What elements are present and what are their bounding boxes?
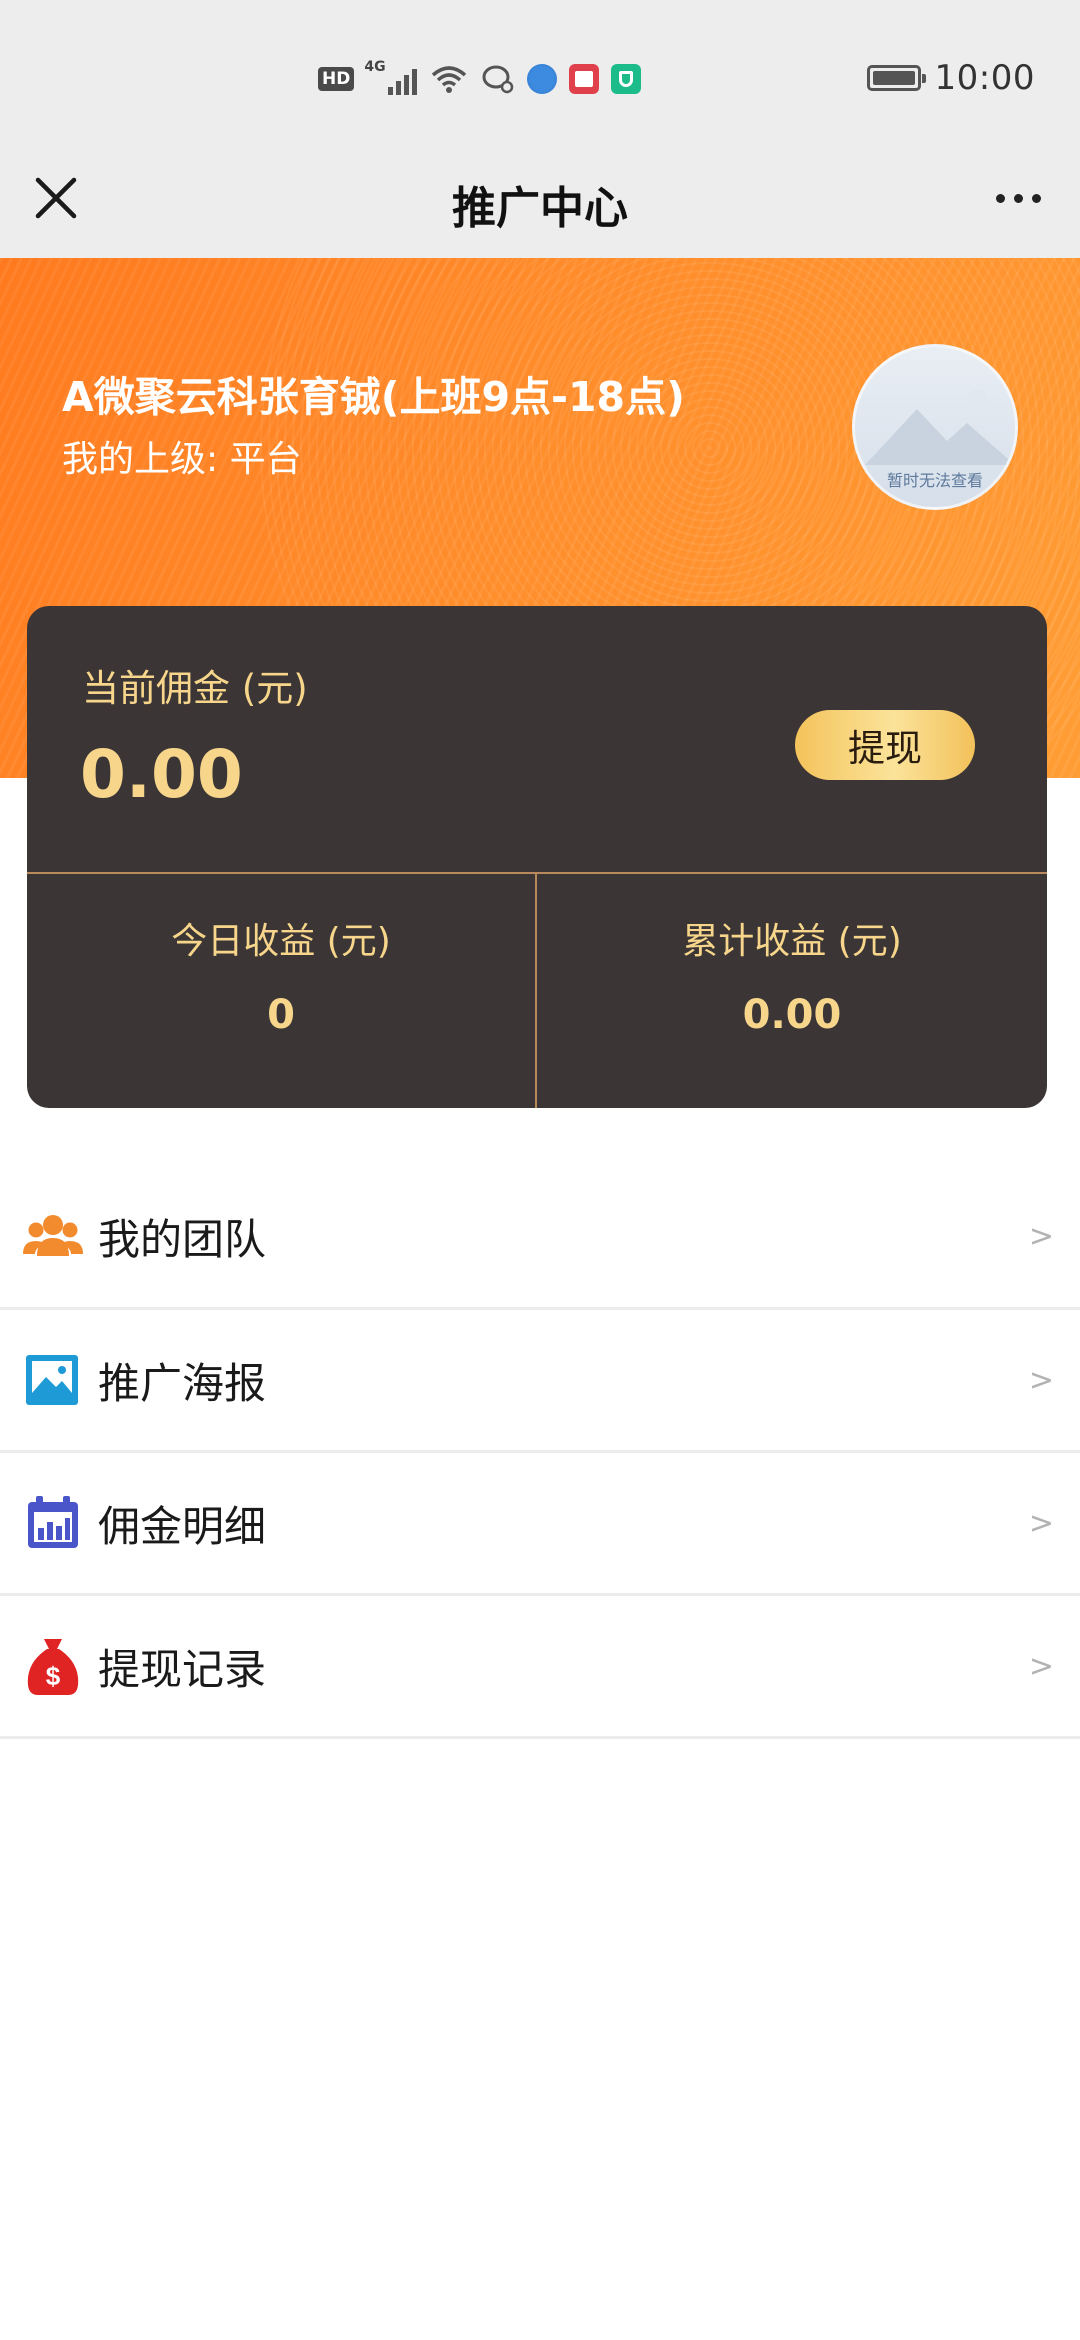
total-earnings-label: 累计收益 (元) (682, 921, 902, 962)
chevron-right-icon: > (1028, 1505, 1054, 1541)
current-commission-value: 0.00 (80, 736, 243, 813)
svg-text:$: $ (46, 1661, 61, 1691)
today-earnings: 今日收益 (元) 0 (27, 874, 537, 1108)
menu-item-commission-detail[interactable]: 佣金明细 > (0, 1453, 1080, 1596)
user-name: A微聚云科张育铖(上班9点-18点) (62, 373, 685, 421)
nav-bar: 推广中心 (0, 150, 1080, 258)
menu-list: 我的团队 > 推广海报 > 佣金明细 > $ 提现记录 > (0, 1166, 1080, 1739)
shield-app-icon (611, 64, 642, 94)
menu-item-my-team[interactable]: 我的团队 > (0, 1166, 1080, 1310)
withdraw-button[interactable]: 提现 (795, 710, 975, 780)
signal-icon: 4G (364, 59, 418, 95)
money-bag-icon: $ (27, 1639, 79, 1695)
total-earnings: 累计收益 (元) 0.00 (537, 874, 1047, 1108)
earnings-card: 当前佣金 (元) 0.00 提现 今日收益 (元) 0 累计收益 (元) 0.0… (27, 606, 1047, 1108)
menu-item-withdraw-record[interactable]: $ 提现记录 > (0, 1596, 1080, 1739)
avatar[interactable]: 暂时无法查看 (852, 344, 1018, 510)
browser-icon (527, 64, 558, 94)
chat-bubble-icon (482, 65, 514, 94)
current-commission-label: 当前佣金 (元) (82, 667, 308, 710)
menu-item-label: 提现记录 (98, 1644, 267, 1694)
avatar-placeholder-text: 暂时无法查看 (886, 471, 983, 490)
today-earnings-value: 0 (267, 992, 295, 1038)
current-commission-section: 当前佣金 (元) 0.00 提现 (27, 606, 1047, 874)
menu-item-label: 佣金明细 (98, 1501, 267, 1551)
today-earnings-label: 今日收益 (元) (171, 921, 391, 962)
chevron-right-icon: > (1028, 1362, 1054, 1398)
status-bar: HD 4G 10:00 (0, 0, 1080, 150)
wifi-icon (432, 66, 467, 93)
supervisor-text: 我的上级: 平台 (62, 439, 302, 480)
status-right: 10:00 (866, 56, 1035, 100)
signal-label: 4G (364, 59, 386, 75)
menu-item-poster[interactable]: 推广海报 > (0, 1310, 1080, 1453)
menu-item-label: 推广海报 (98, 1358, 267, 1408)
more-icon[interactable] (986, 170, 1050, 226)
battery-icon (866, 65, 926, 91)
chevron-right-icon: > (1028, 1648, 1054, 1684)
page-title: 推广中心 (452, 183, 628, 234)
total-earnings-value: 0.00 (742, 992, 842, 1038)
hd-icon: HD (318, 67, 355, 91)
reader-app-icon (569, 64, 600, 94)
menu-item-label: 我的团队 (98, 1215, 267, 1264)
chevron-right-icon: > (1028, 1219, 1054, 1254)
poster-icon (26, 1355, 78, 1405)
team-icon (23, 1214, 83, 1256)
status-time: 10:00 (934, 58, 1035, 98)
calendar-chart-icon (28, 1496, 78, 1548)
status-icons: HD 4G (318, 59, 642, 98)
